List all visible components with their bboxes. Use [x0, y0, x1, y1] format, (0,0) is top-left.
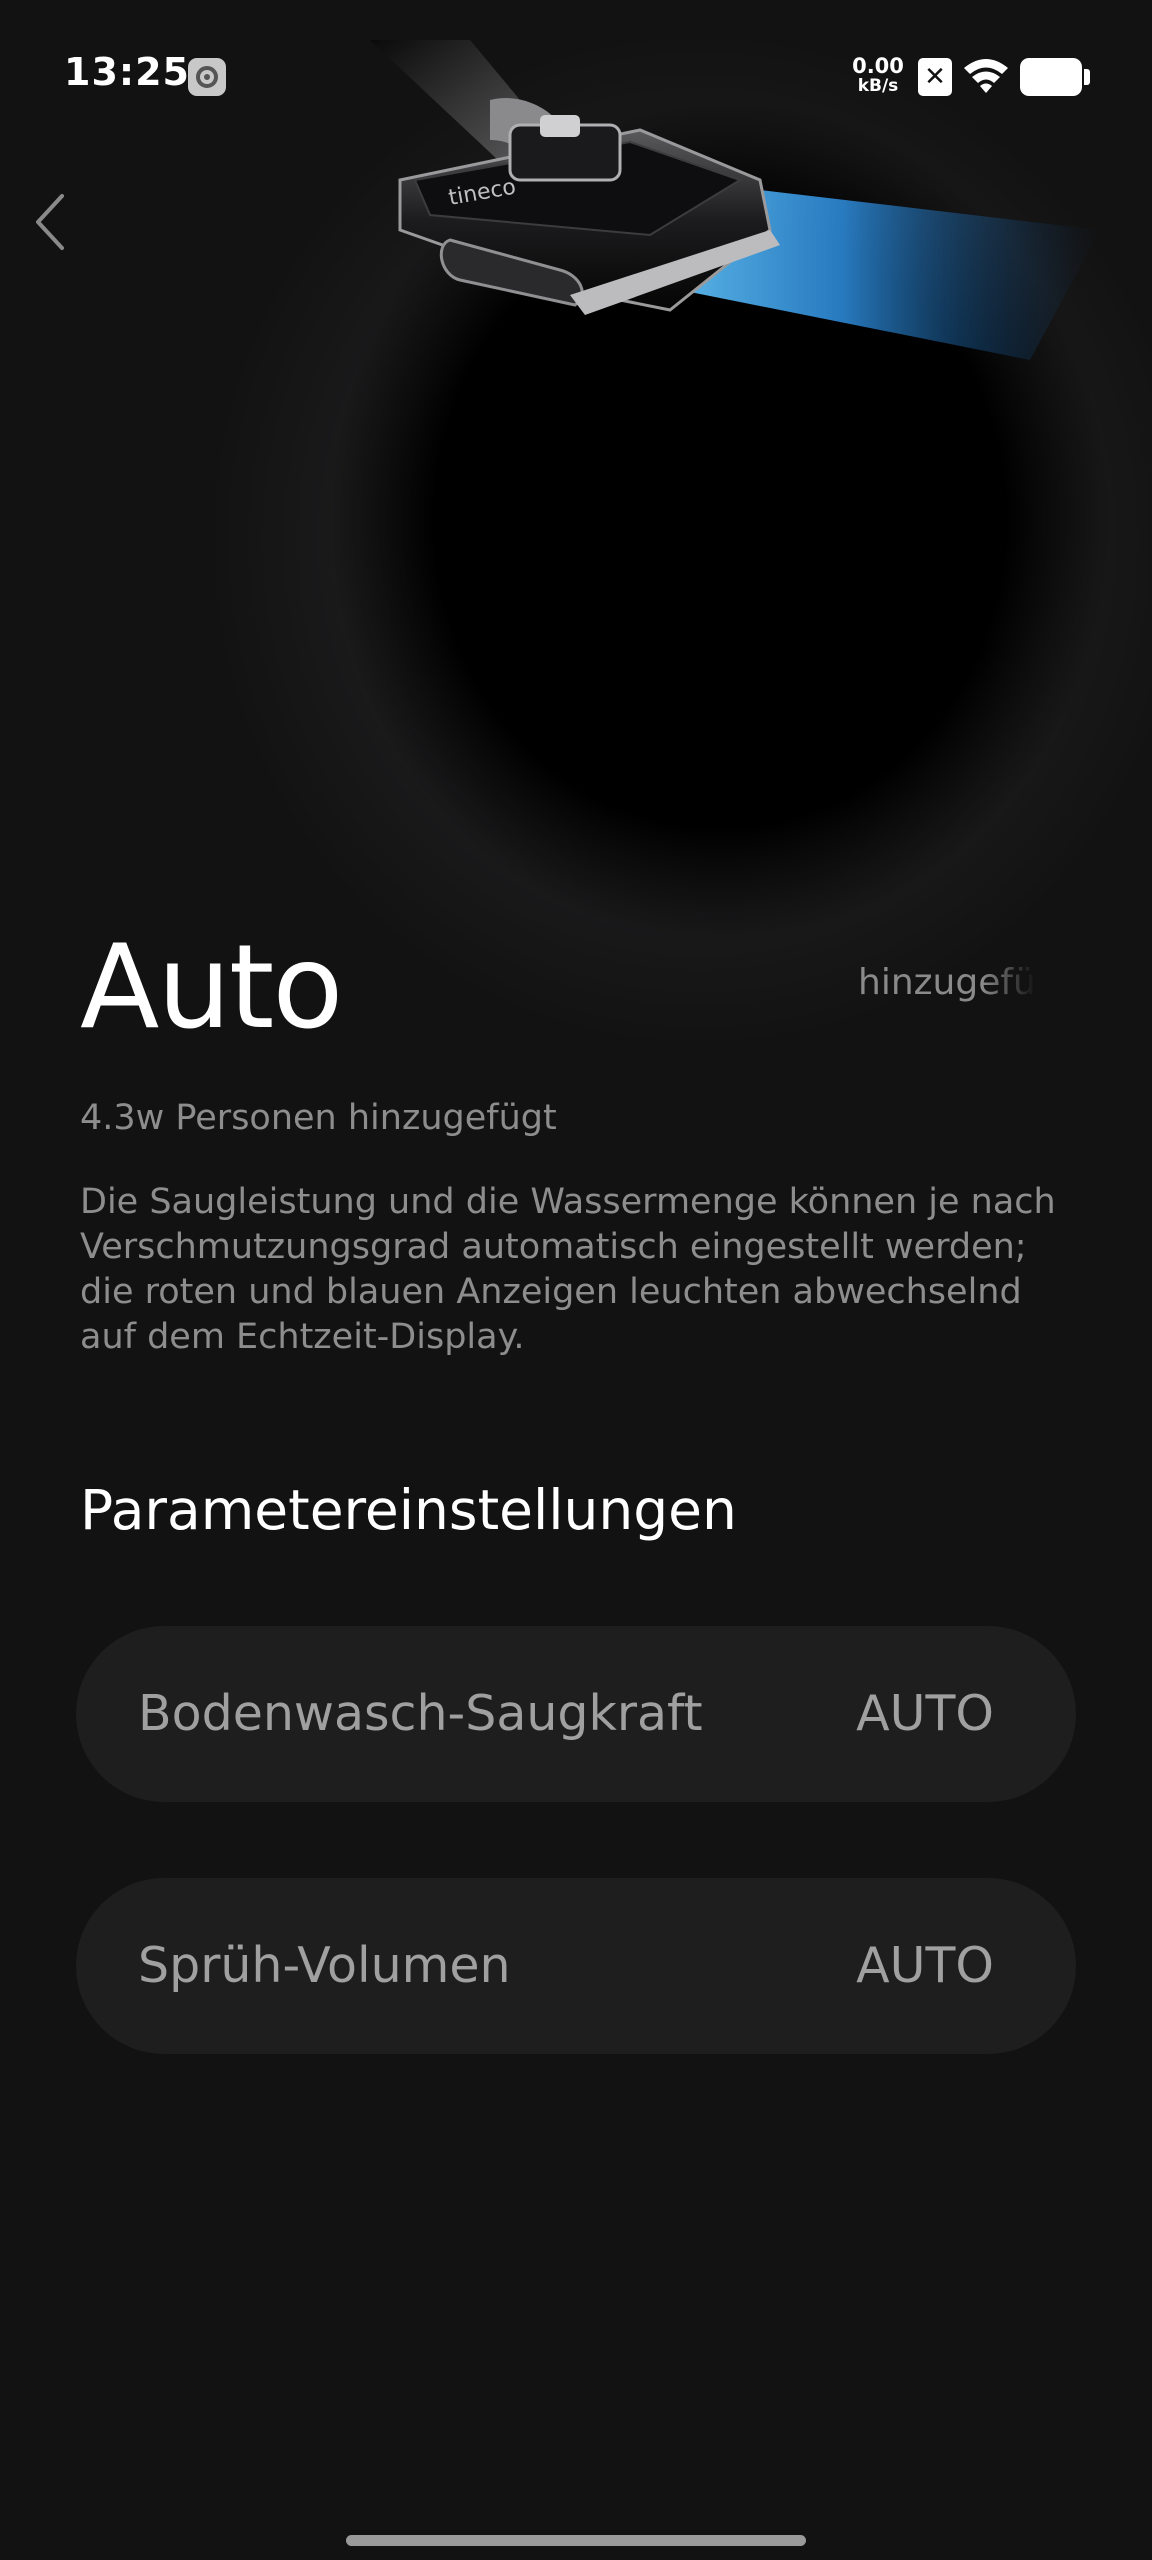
network-speed: 0.00 kB/s [848, 54, 908, 97]
param-spray-volume[interactable]: Sprüh-Volumen AUTO [76, 1878, 1076, 2054]
status-time: 13:25 [64, 50, 190, 94]
network-speed-value: 0.00 [852, 54, 904, 78]
param-label: Bodenwasch-Saugkraft [138, 1685, 703, 1742]
mode-detail-page: tineco 13:25 0.00 kB/s ✕ Auto hinzugefüg… [0, 0, 1152, 2560]
param-label: Sprüh-Volumen [138, 1937, 511, 1994]
param-value: AUTO [856, 1685, 994, 1742]
mode-title: Auto [80, 920, 343, 1055]
back-button[interactable] [28, 190, 76, 254]
settings-gear-icon [188, 58, 226, 96]
wifi-icon [964, 59, 1008, 93]
users-added-count: 4.3w Personen hinzugefügt [80, 1098, 557, 1138]
home-indicator[interactable] [346, 2535, 806, 2546]
mode-description: Die Saugleistung und die Wassermenge kön… [80, 1182, 1056, 1357]
network-speed-unit: kB/s [857, 76, 899, 96]
no-sim-icon: ✕ [918, 58, 952, 96]
parameter-settings-title: Parametereinstellungen [80, 1478, 737, 1542]
battery-icon [1020, 58, 1090, 96]
scrolling-added-text: hinzugefügt [858, 962, 1036, 1003]
param-floor-suction[interactable]: Bodenwasch-Saugkraft AUTO [76, 1626, 1076, 1802]
param-value: AUTO [856, 1937, 994, 1994]
status-bar: 13:25 0.00 kB/s ✕ [0, 0, 1152, 150]
